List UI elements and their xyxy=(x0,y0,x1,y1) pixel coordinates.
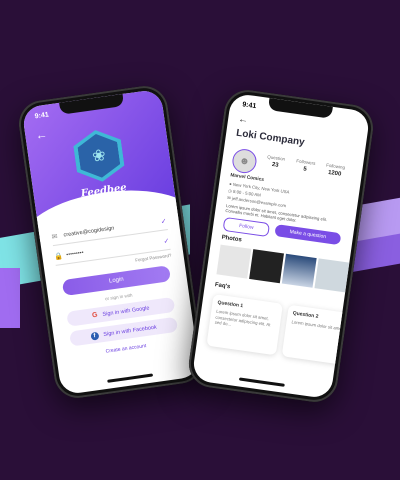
stat-followers: Followers 5 xyxy=(292,158,320,174)
status-time: 9:41 xyxy=(241,101,257,111)
avatar[interactable]: ☻ xyxy=(230,147,259,175)
photo-thumbnail[interactable] xyxy=(281,253,317,288)
faq-answer: Lorem ipsum dolor sit amet... xyxy=(291,319,347,332)
photo-thumbnail[interactable] xyxy=(216,244,252,279)
email-value: creative@cogidesign xyxy=(63,225,115,239)
login-screen: 9:41 ← ❀ Feedbee ✉ creative@cogidesign ✓… xyxy=(21,88,201,396)
facebook-signin-label: Sign in with Facebook xyxy=(102,323,158,338)
mail-icon: ✉ xyxy=(226,195,232,201)
stat-questions: Question 23 xyxy=(262,154,290,170)
company-title: Loki Company xyxy=(235,127,306,149)
password-value: ••••••••• xyxy=(66,249,85,259)
stat-following: Following 1200 xyxy=(321,162,349,178)
stat-value: 1200 xyxy=(327,169,342,178)
photo-thumbnail[interactable] xyxy=(314,258,350,293)
home-indicator xyxy=(107,373,154,383)
phone-profile: 9:41 ← Loki Company ☻ Question 23 Follow… xyxy=(185,87,377,405)
faq-title: Faq's xyxy=(214,282,231,291)
decor-stripe-violet-left xyxy=(0,268,20,328)
home-indicator xyxy=(238,377,285,387)
check-icon: ✓ xyxy=(163,237,170,246)
check-icon: ✓ xyxy=(160,218,168,226)
photo-thumbnail[interactable] xyxy=(249,249,284,284)
lock-icon: 🔒 xyxy=(54,252,64,261)
follow-button[interactable]: Follow xyxy=(222,216,271,238)
google-icon: G xyxy=(91,311,99,320)
google-signin-label: Sign in with Google xyxy=(102,304,150,318)
stat-value: 5 xyxy=(302,166,307,173)
clock-icon: ◷ xyxy=(227,188,233,194)
faq-card[interactable]: Question 2 Lorem ipsum dolor sit amet... xyxy=(281,304,359,366)
back-arrow-icon[interactable]: ← xyxy=(237,114,248,126)
facebook-icon: f xyxy=(89,331,99,341)
photos-title: Photos xyxy=(221,234,243,244)
back-arrow-icon[interactable]: ← xyxy=(34,127,48,143)
forgot-password-link[interactable]: Forgot Password? xyxy=(135,253,172,263)
phone-login: 9:41 ← ❀ Feedbee ✉ creative@cogidesign ✓… xyxy=(15,83,207,401)
stat-value: 23 xyxy=(271,161,279,169)
faq-card[interactable]: Question 1 Lorem ipsum dolor sit amet, c… xyxy=(206,294,283,356)
mail-icon: ✉ xyxy=(51,233,59,242)
profile-screen: 9:41 ← Loki Company ☻ Question 23 Follow… xyxy=(191,92,371,400)
stat-label: Question xyxy=(266,154,286,162)
photos-strip[interactable] xyxy=(216,244,350,293)
